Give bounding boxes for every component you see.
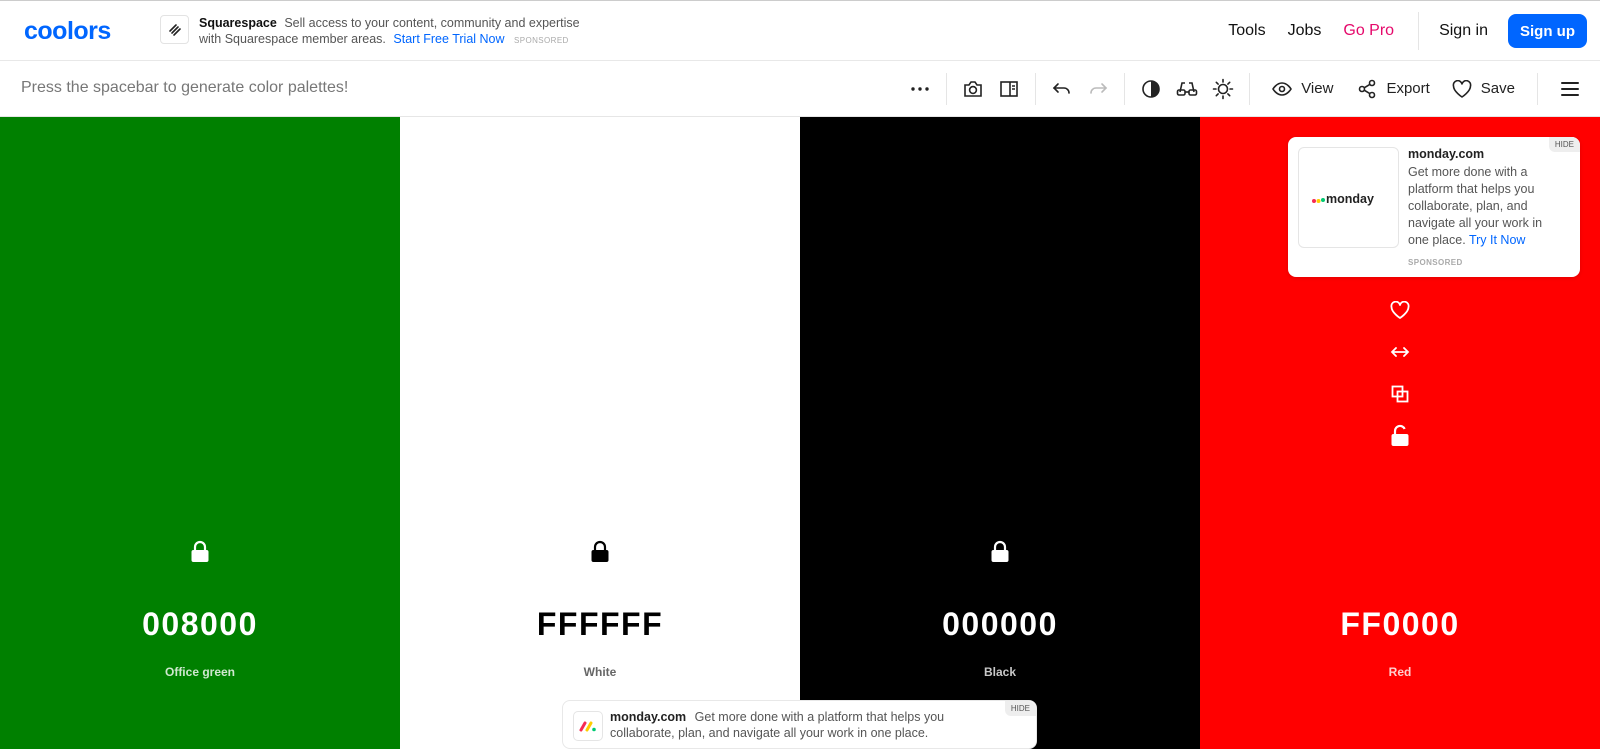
squarespace-logo-icon [160,15,189,44]
view-label: View [1301,80,1334,97]
color-column-3[interactable]: 000000 Black [800,117,1200,749]
color-column-2[interactable]: FFFFFF White [400,117,800,749]
monday-logo-icon [573,711,603,741]
toolbar-divider [1537,72,1538,105]
toolbar-divider [1249,72,1251,105]
svg-text:coolors: coolors [24,18,111,44]
export-button[interactable]: Export [1357,79,1430,99]
side-panel-icon[interactable] [991,71,1027,107]
toolbar: Press the spacebar to generate color pal… [0,61,1600,117]
sign-up-button[interactable]: Sign up [1508,14,1587,48]
more-options-icon[interactable] [902,71,938,107]
share-icon [1359,79,1376,98]
glasses-icon[interactable] [1169,71,1205,107]
bottom-ad-text: monday.com Get more done with a platform… [610,709,990,741]
ad-sponsored-label: SPONSORED [514,36,569,45]
ad-body: Get more done with a platform that helps… [1408,164,1563,249]
lock-icon[interactable] [189,540,211,564]
color-name: Office green [164,665,236,679]
color-hex[interactable]: 000000 [800,606,1200,643]
nav-tools[interactable]: Tools [1228,22,1265,40]
toolbar-divider [1035,72,1037,105]
export-label: Export [1386,80,1430,97]
lock-icon[interactable] [989,540,1011,564]
hide-bottom-ad-button[interactable]: HIDE [1004,701,1036,716]
eye-icon [1272,81,1293,96]
color-name: Red [1388,665,1412,679]
undo-icon[interactable] [1044,71,1080,107]
camera-icon[interactable] [955,71,991,107]
brightness-icon[interactable] [1205,71,1241,107]
main-nav: Tools Jobs Go Pro Sign in Sign up [1206,1,1600,61]
monday-logo: monday [1298,147,1399,248]
ad-cta-link[interactable]: Start Free Trial Now [393,32,504,46]
copy-icon[interactable] [1381,373,1419,415]
view-button[interactable]: View [1272,80,1333,97]
ad-brand: Squarespace [199,16,277,30]
favorite-heart-icon[interactable] [1381,289,1419,331]
toolbar-divider [1124,72,1126,105]
ad-text: Squarespace Sell access to your content,… [199,15,599,49]
sign-in-link[interactable]: Sign in [1439,22,1488,40]
top-header: coolors Squarespace Sell access to your … [0,0,1600,61]
color-name: Black [983,665,1017,679]
bottom-ad-brand: monday.com [610,710,687,724]
nav-jobs[interactable]: Jobs [1288,22,1322,40]
color-column-1[interactable]: 008000 Office green [0,117,400,749]
color-hex[interactable]: FF0000 [1200,606,1600,643]
ad-sponsored-label: SPONSORED [1408,258,1463,267]
nav-go-pro[interactable]: Go Pro [1343,22,1394,40]
redo-icon[interactable] [1080,71,1116,107]
drag-arrows-icon[interactable] [1381,331,1419,373]
nav-divider [1418,12,1420,50]
spacebar-hint: Press the spacebar to generate color pal… [21,79,349,96]
monday-ad-card[interactable]: monday monday.com Get more done with a p… [1288,137,1580,277]
hamburger-menu-icon[interactable] [1552,71,1588,107]
heart-icon [1452,79,1472,98]
ad-title: monday.com [1408,147,1485,161]
color-name: White [583,665,617,679]
color-hex[interactable]: FFFFFF [400,606,800,643]
contrast-icon[interactable] [1133,71,1169,107]
save-label: Save [1480,80,1515,97]
ad-cta-link[interactable]: Try It Now [1469,233,1525,247]
save-button[interactable]: Save [1452,79,1515,98]
toolbar-tools: View Export Save [902,61,1600,116]
svg-text:monday: monday [1326,192,1374,206]
squarespace-ad[interactable]: Squarespace Sell access to your content,… [160,15,599,49]
unlock-icon[interactable] [1381,415,1419,457]
coolors-logo[interactable]: coolors [24,18,134,44]
lock-icon[interactable] [589,540,611,564]
toolbar-divider [946,72,948,105]
color-hex[interactable]: 008000 [0,606,400,643]
hide-ad-button[interactable]: HIDE [1548,137,1580,152]
monday-bottom-ad[interactable]: monday.com Get more done with a platform… [562,700,1037,749]
